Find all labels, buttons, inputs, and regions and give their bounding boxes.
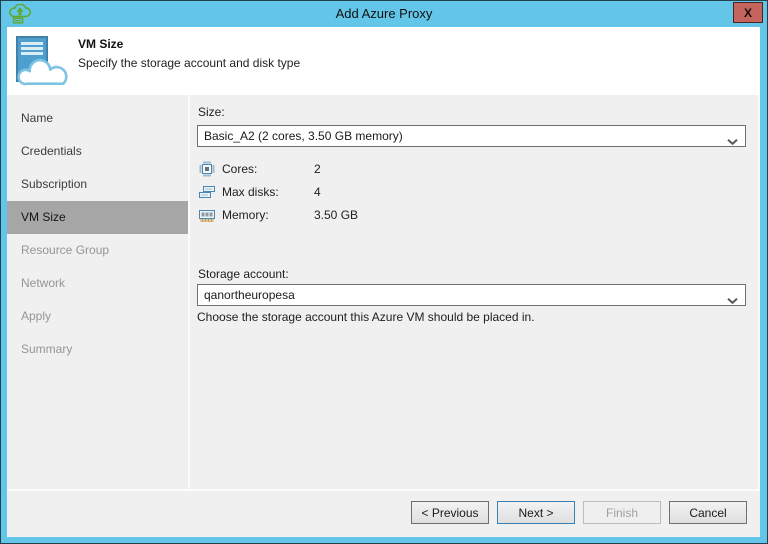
window-title: Add Azure Proxy xyxy=(1,1,767,27)
cancel-button[interactable]: Cancel xyxy=(669,501,747,524)
sidebar-item-summary[interactable]: Summary xyxy=(7,333,188,366)
spec-row-cores: Cores: 2 xyxy=(190,157,758,180)
storage-account-hint: Choose the storage account this Azure VM… xyxy=(197,310,535,324)
memory-icon xyxy=(199,207,215,223)
storage-account-label: Storage account: xyxy=(198,267,289,281)
cpu-icon xyxy=(199,161,215,177)
wizard-steps-sidebar: Name Credentials Subscription VM Size Re… xyxy=(7,95,188,489)
disks-icon xyxy=(199,184,215,200)
spec-row-max-disks: Max disks: 4 xyxy=(190,180,758,203)
title-bar[interactable]: Add Azure Proxy X xyxy=(1,1,767,27)
previous-button[interactable]: < Previous xyxy=(411,501,489,524)
sidebar-item-vm-size[interactable]: VM Size xyxy=(7,201,188,234)
wizard-header: VM Size Specify the storage account and … xyxy=(7,27,760,95)
step-content: Size: Basic_A2 (2 cores, 3.50 GB memory) xyxy=(190,95,758,489)
wizard-body: Name Credentials Subscription VM Size Re… xyxy=(7,95,760,489)
chevron-down-icon xyxy=(727,293,738,307)
finish-button[interactable]: Finish xyxy=(583,501,661,524)
content-right-edge xyxy=(758,95,760,489)
cores-label: Cores: xyxy=(222,162,314,176)
add-azure-proxy-wizard: Add Azure Proxy X VM Size Specify the st… xyxy=(0,0,768,544)
vm-size-select[interactable]: Basic_A2 (2 cores, 3.50 GB memory) xyxy=(197,125,746,147)
vm-size-specs: Cores: 2 Max disks: 4 xyxy=(190,157,758,226)
memory-value: 3.50 GB xyxy=(314,208,358,222)
sidebar-item-credentials[interactable]: Credentials xyxy=(7,135,188,168)
vm-size-selected-value: Basic_A2 (2 cores, 3.50 GB memory) xyxy=(204,129,403,143)
close-button[interactable]: X xyxy=(733,2,763,23)
server-cloud-icon xyxy=(11,35,69,90)
sidebar-item-subscription[interactable]: Subscription xyxy=(7,168,188,201)
spec-row-memory: Memory: 3.50 GB xyxy=(190,203,758,226)
sidebar-item-network[interactable]: Network xyxy=(7,267,188,300)
storage-account-select[interactable]: qanortheuropesa xyxy=(197,284,746,306)
size-label: Size: xyxy=(198,105,225,119)
max-disks-value: 4 xyxy=(314,185,321,199)
sidebar-item-resource-group[interactable]: Resource Group xyxy=(7,234,188,267)
step-title: VM Size xyxy=(78,37,123,51)
cores-value: 2 xyxy=(314,162,321,176)
memory-label: Memory: xyxy=(222,208,314,222)
next-button[interactable]: Next > xyxy=(497,501,575,524)
chevron-down-icon xyxy=(727,134,738,148)
sidebar-item-apply[interactable]: Apply xyxy=(7,300,188,333)
wizard-footer: < Previous Next > Finish Cancel xyxy=(7,491,760,537)
storage-account-selected-value: qanortheuropesa xyxy=(204,288,295,302)
max-disks-label: Max disks: xyxy=(222,185,314,199)
sidebar-item-name[interactable]: Name xyxy=(7,102,188,135)
step-subtitle: Specify the storage account and disk typ… xyxy=(78,56,300,70)
